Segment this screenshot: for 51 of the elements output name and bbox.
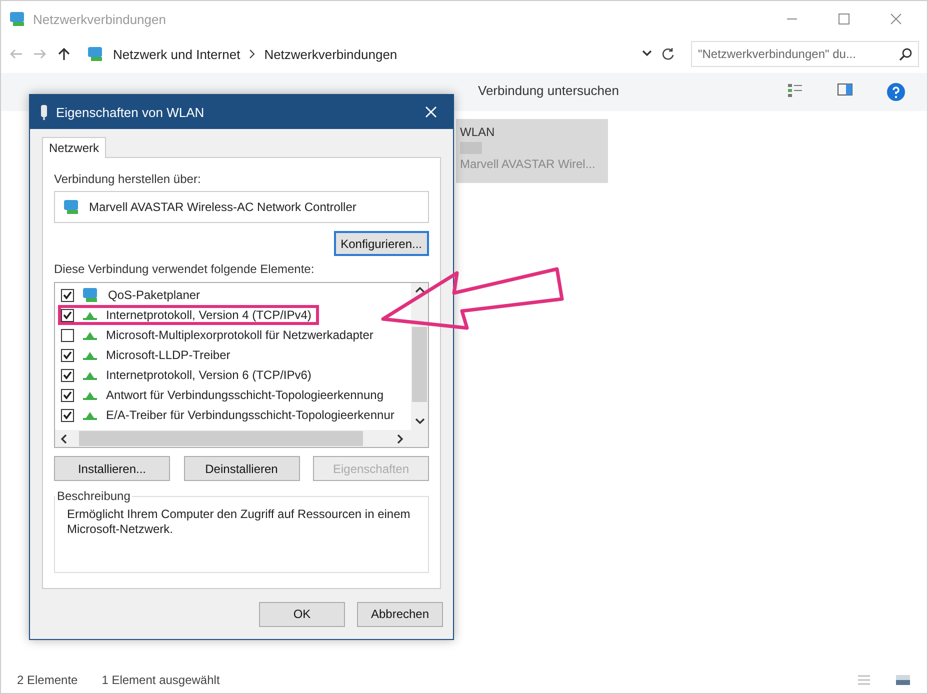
checkbox[interactable] [61,348,74,362]
toolbar-item[interactable]: Verbindung untersuchen [478,83,619,98]
search-icon [899,48,912,60]
action-button[interactable]: Deinstallieren [184,456,300,481]
items-label: Diese Verbindung verwendet folgende Elemente: [54,262,316,276]
tab[interactable]: Netzwerk [42,137,106,158]
checkbox[interactable] [61,388,74,402]
list-item[interactable]: Internetprotokoll, Version 6 (TCP/IPv6) [106,368,312,382]
window-title: Netzwerkverbindungen [33,12,166,26]
adapter-field: Marvell AVASTAR Wireless-AC Network Controller [54,191,429,223]
chevron-icon [248,49,256,59]
selection-status: 1 Element ausgewählt [102,673,220,687]
refresh-icon[interactable] [661,47,675,61]
help-icon[interactable] [887,83,905,101]
horizontal-scrollbar[interactable] [55,430,411,447]
network-adapter-icon [63,199,81,215]
dialog-title: Eigenschaften von WLAN [56,104,204,120]
address-bar[interactable]: Netzwerk und Internet Netzwerkverbindungen [81,41,681,67]
breadcrumb-item[interactable]: Netzwerkverbindungen [264,46,398,62]
dialog-button[interactable]: OK [259,602,345,626]
list-item[interactable]: Internetprotokoll, Version 4 (TCP/IPv4) [106,308,312,322]
checkbox[interactable] [61,328,74,342]
search-field[interactable]: "Netzwerkverbindungen" du... [691,41,919,67]
view-options-icon[interactable] [787,83,803,97]
list-item[interactable]: E/A-Treiber für Verbindungsschicht-Topologieerkennur [106,408,394,422]
tiles-view-icon[interactable] [895,674,911,686]
network-icon [87,46,105,62]
connect-label: Verbindung herstellen über: [54,172,202,186]
configure-button[interactable]: Konfigurieren... [334,231,429,256]
checkbox[interactable] [61,408,74,422]
vertical-scrollbar[interactable] [411,283,428,430]
list-item[interactable]: Microsoft-Multiplexorprotokoll für Netzwerkadapter [106,328,374,342]
dialog-button[interactable]: Abbrechen [357,602,443,626]
close-icon[interactable] [425,106,437,118]
checkbox[interactable] [61,308,74,322]
breadcrumb-item[interactable]: Netzwerk und Internet [113,46,240,62]
wireless-adapter-icon [40,104,48,120]
checkbox[interactable] [61,368,74,382]
list-item[interactable]: Microsoft-LLDP-Treiber [106,348,230,362]
connection-tile[interactable]: WLAN Marvell AVASTAR Wirel... [456,119,608,183]
up-arrow-icon[interactable] [57,47,71,61]
monitor-icon [82,287,100,303]
item-count: 2 Elemente [17,673,78,687]
network-icon [9,11,27,27]
checkbox[interactable] [61,288,74,302]
description-text: Ermöglicht Ihrem Computer den Zugriff auf Ressourcen in einem Microsoft-Netzwerk. [67,507,412,537]
group-title: Beschreibung [56,489,132,503]
list-item[interactable]: QoS-Paketplaner [108,288,200,302]
preview-pane-icon[interactable] [837,83,853,96]
action-button[interactable]: Installieren... [54,456,170,481]
list-item[interactable]: Antwort für Verbindungsschicht-Topologieerkennung [106,388,384,402]
